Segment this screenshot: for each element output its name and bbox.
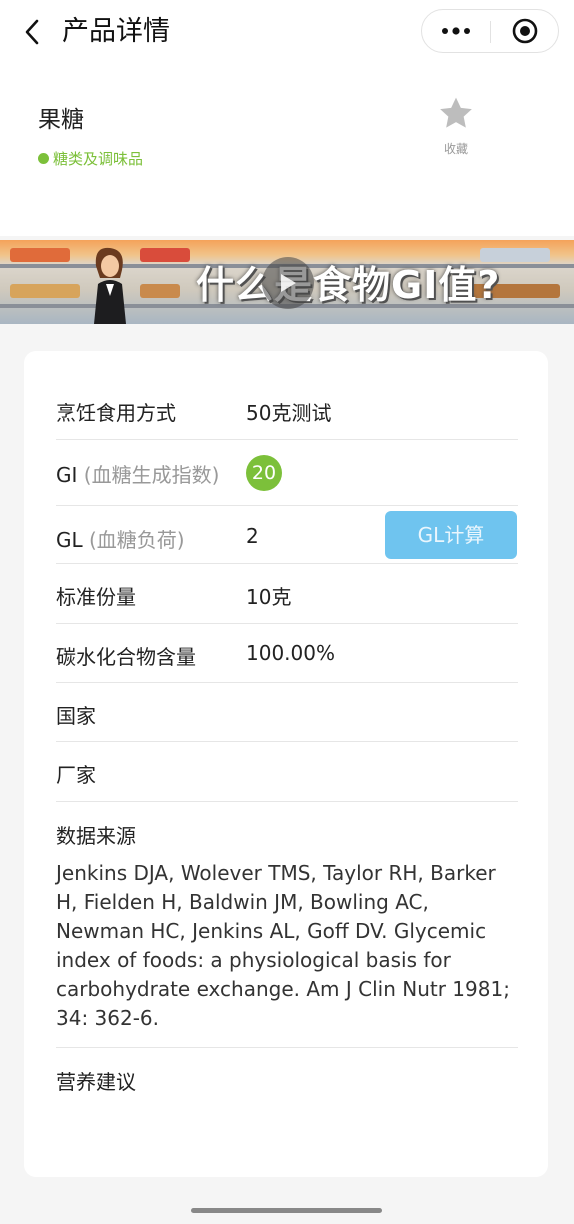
serving-label: 标准份量 bbox=[56, 585, 136, 609]
favorite-button[interactable]: 收藏 bbox=[432, 94, 480, 156]
row-advice: 营养建议 bbox=[56, 1048, 518, 1108]
chevron-left-icon bbox=[25, 19, 39, 45]
country-label: 国家 bbox=[56, 704, 96, 728]
gl-calc-button[interactable]: GL计算 bbox=[385, 511, 517, 559]
product-header: 果糖 糖类及调味品 收藏 bbox=[0, 64, 574, 236]
close-miniprogram-button[interactable] bbox=[491, 10, 559, 52]
advice-label: 营养建议 bbox=[56, 1070, 136, 1094]
gl-label-sub: (血糖负荷) bbox=[89, 528, 185, 552]
capsule-menu bbox=[421, 9, 559, 53]
banner-goods bbox=[140, 284, 180, 298]
carbs-value: 100.00% bbox=[246, 641, 335, 665]
row-cooking: 烹饪食用方式 50克测试 bbox=[56, 381, 518, 440]
detail-card: 烹饪食用方式 50克测试 GI (血糖生成指数) 20 GL (血糖负荷) 2 … bbox=[24, 351, 548, 1177]
source-label: 数据来源 bbox=[56, 824, 136, 848]
more-button[interactable] bbox=[422, 10, 490, 52]
page-title: 产品详情 bbox=[62, 16, 170, 47]
carbs-label: 碳水化合物含量 bbox=[56, 645, 196, 669]
gi-label-main: GI bbox=[56, 463, 78, 487]
target-circle-icon bbox=[512, 18, 538, 44]
banner-goods bbox=[10, 284, 80, 298]
back-button[interactable] bbox=[14, 14, 50, 50]
star-icon bbox=[440, 97, 472, 128]
row-manufacturer: 厂家 bbox=[56, 742, 518, 802]
gl-label: GL (血糖负荷) bbox=[56, 524, 185, 553]
cooking-value: 50克测试 bbox=[246, 401, 332, 425]
manufacturer-label: 厂家 bbox=[56, 763, 96, 787]
navbar: 产品详情 bbox=[0, 0, 574, 64]
source-citation: Jenkins DJA, Wolever TMS, Taylor RH, Bar… bbox=[56, 861, 510, 1030]
gl-label-main: GL bbox=[56, 528, 83, 552]
home-indicator[interactable] bbox=[191, 1208, 382, 1213]
row-gl: GL (血糖负荷) 2 GL计算 bbox=[56, 506, 518, 564]
row-carbs: 碳水化合物含量 100.00% bbox=[56, 624, 518, 683]
banner-goods bbox=[10, 248, 70, 262]
more-dots-icon bbox=[442, 27, 470, 35]
cartoon-woman-image bbox=[94, 247, 126, 324]
favorite-label: 收藏 bbox=[443, 142, 468, 156]
gl-value: 2 bbox=[246, 524, 259, 548]
gi-label-sub: (血糖生成指数) bbox=[83, 463, 220, 487]
cooking-label: 烹饪食用方式 bbox=[56, 401, 176, 425]
play-button[interactable] bbox=[262, 257, 314, 309]
row-country: 国家 bbox=[56, 683, 518, 742]
gi-value-badge: 20 bbox=[246, 455, 282, 491]
gi-label: GI (血糖生成指数) bbox=[56, 459, 219, 488]
product-category: 糖类及调味品 bbox=[38, 148, 143, 169]
banner-title: 什么是食物GI值? bbox=[196, 263, 501, 307]
serving-value: 10克 bbox=[246, 585, 292, 609]
row-gi: GI (血糖生成指数) 20 bbox=[56, 440, 518, 506]
category-label: 糖类及调味品 bbox=[53, 150, 144, 168]
play-icon bbox=[281, 274, 296, 292]
category-dot-icon bbox=[38, 153, 49, 164]
row-serving: 标准份量 10克 bbox=[56, 564, 518, 624]
banner-goods bbox=[140, 248, 190, 262]
product-name: 果糖 bbox=[38, 107, 84, 133]
gi-intro-banner[interactable]: 什么是食物GI值? bbox=[0, 240, 574, 324]
